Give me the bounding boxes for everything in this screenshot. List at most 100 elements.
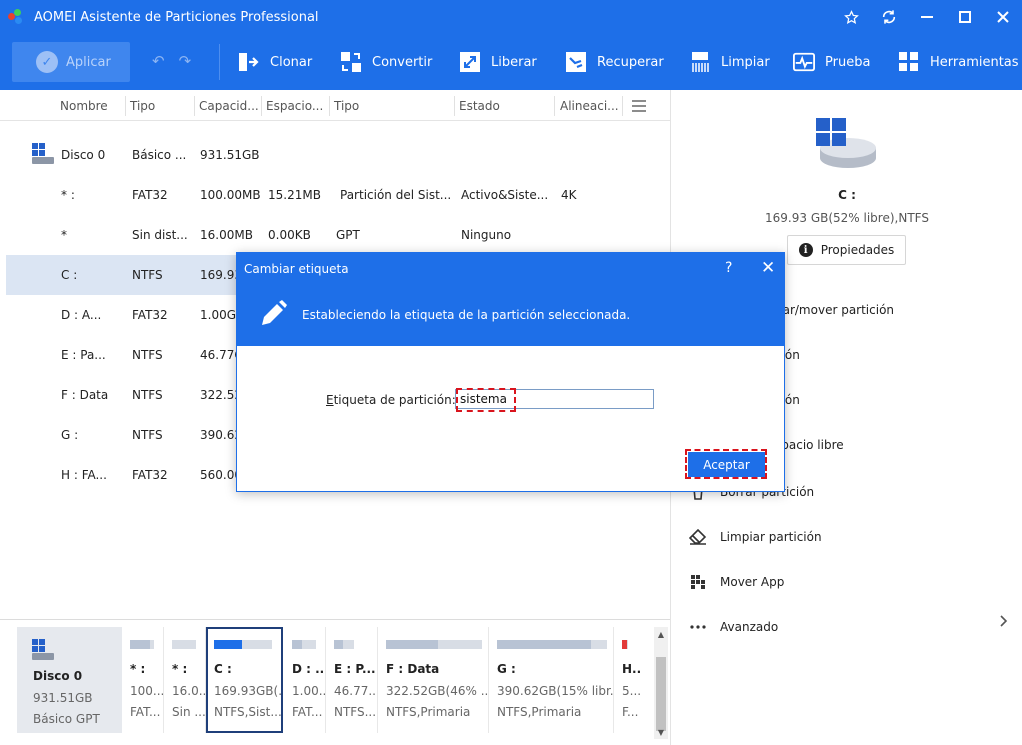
tools-label: Herramientas: [930, 54, 1019, 70]
usage-bar: [130, 640, 154, 649]
disk-icon: [32, 639, 56, 665]
col-header-status[interactable]: Estado: [459, 99, 500, 113]
tools-grid-icon: [898, 51, 920, 73]
col-header-align[interactable]: Alineaci...: [560, 99, 619, 113]
pulse-icon: [793, 51, 815, 73]
row-free: 15.21MB: [268, 188, 321, 202]
col-header-type[interactable]: Tipo: [130, 99, 155, 113]
partition-size: 1.00...: [292, 684, 326, 698]
recover-label: Recuperar: [597, 54, 664, 70]
partition-card[interactable]: G : 390.62GB(15% libr... NTFS,Primaria: [489, 627, 614, 733]
row-name: D : A...: [61, 308, 102, 322]
clone-label: Clonar: [270, 54, 313, 70]
col-header-capacity[interactable]: Capacid...: [199, 99, 259, 113]
clone-button[interactable]: Clonar: [238, 34, 312, 90]
test-button[interactable]: Prueba: [793, 34, 870, 90]
clone-icon: [238, 51, 260, 73]
row-status: Activo&Siste...: [461, 188, 549, 202]
usage-fill: [292, 640, 302, 649]
columns-menu-icon[interactable]: [632, 100, 646, 115]
usage-bar: [172, 640, 196, 649]
partition-name: D : ...: [292, 662, 326, 676]
table-row[interactable]: Disco 0 Básico ... 931.51GB: [6, 135, 670, 175]
row-name: C :: [61, 268, 78, 282]
row-align: 4K: [561, 188, 577, 202]
row-ptype: GPT: [336, 228, 360, 242]
partition-card[interactable]: D : ... 1.00... FAT...: [284, 627, 326, 733]
partition-label-input[interactable]: [455, 389, 654, 409]
partition-fs: NTFS...: [334, 705, 377, 719]
col-header-free[interactable]: Espacio...: [266, 99, 323, 113]
wipe-icon: [689, 51, 711, 73]
help-icon[interactable]: ?: [725, 260, 732, 276]
op-resize-move[interactable]: nar/mover partición: [775, 303, 894, 317]
op-move-app[interactable]: Mover App: [689, 573, 784, 591]
usage-bar: [334, 640, 354, 649]
app-logo-icon: [8, 9, 24, 25]
row-name: G :: [61, 428, 79, 442]
chevron-right-icon[interactable]: [1000, 615, 1008, 631]
scroll-down-icon[interactable]: ▼: [654, 725, 668, 739]
op-label: Limpiar partición: [720, 530, 822, 544]
row-name: Disco 0: [61, 148, 106, 162]
op-advanced[interactable]: Avanzado: [689, 618, 778, 636]
undo-icon[interactable]: ↶: [152, 52, 165, 70]
usage-bar: [292, 640, 316, 649]
table-row[interactable]: * : FAT32 100.00MB 15.21MB Partición del…: [6, 175, 670, 215]
col-header-name[interactable]: Nombre: [60, 99, 108, 113]
partition-name: F : Data: [386, 662, 440, 676]
partition-card-selected[interactable]: C : 169.93GB(... NTFS,Sist...: [206, 627, 283, 733]
op-wipe-partition[interactable]: Limpiar partición: [689, 528, 822, 546]
partition-name: * :: [130, 662, 146, 676]
disk-size: 931.51GB: [33, 691, 93, 705]
wipe-button[interactable]: Limpiar: [689, 34, 770, 90]
row-name: *: [61, 228, 67, 242]
accept-button[interactable]: Aceptar: [688, 452, 765, 477]
table-row[interactable]: * Sin dist... 16.00MB 0.00KB GPT Ninguno: [6, 215, 670, 255]
usage-fill: [622, 640, 628, 649]
apply-button[interactable]: ✓ Aplicar: [12, 42, 130, 82]
partition-card[interactable]: E : P... 46.77... NTFS...: [326, 627, 378, 733]
col-header-ptype[interactable]: Tipo: [334, 99, 359, 113]
op-label: Mover App: [720, 575, 785, 589]
partition-size: 16.0...: [172, 684, 206, 698]
redo-icon[interactable]: ↷: [179, 52, 192, 70]
free-button[interactable]: Liberar: [459, 34, 537, 90]
disk-card[interactable]: Disco 0 931.51GB Básico GPT: [17, 627, 122, 733]
usage-bar: [214, 640, 272, 649]
toolbar-divider: [219, 44, 220, 80]
minimize-icon[interactable]: [908, 0, 946, 34]
partition-fs: F...: [622, 705, 639, 719]
op-label: nar/mover partición: [775, 303, 895, 317]
wipe-label: Limpiar: [721, 54, 770, 70]
tools-button[interactable]: Herramientas: [898, 34, 1019, 90]
refresh-icon[interactable]: [870, 0, 908, 34]
scroll-thumb[interactable]: [656, 657, 666, 731]
close-icon[interactable]: [984, 0, 1022, 34]
convert-button[interactable]: Convertir: [340, 34, 432, 90]
toolbar: ✓ Aplicar ↶ ↷ Clonar Convertir Liberar R…: [0, 34, 1022, 90]
usage-bar: [622, 640, 628, 649]
dialog-close-icon[interactable]: ✕: [761, 258, 775, 278]
partition-card[interactable]: F : Data 322.52GB(46% ... NTFS,Primaria: [378, 627, 489, 733]
selected-partition-name: C :: [838, 188, 856, 202]
op-label: Avanzado: [720, 620, 779, 634]
partition-card[interactable]: * : 100.... FAT...: [122, 627, 164, 733]
partition-name: C :: [214, 662, 232, 676]
check-icon: ✓: [36, 51, 58, 73]
properties-button[interactable]: i Propiedades: [787, 235, 906, 265]
partition-card[interactable]: H... 5... F...: [614, 627, 640, 733]
dialog-description: Estableciendo la etiqueta de la partició…: [302, 308, 631, 322]
partition-card[interactable]: * : 16.0... Sin ...: [164, 627, 206, 733]
row-type: Sin dist...: [132, 228, 188, 242]
maximize-icon[interactable]: [946, 0, 984, 34]
partition-disk-icon: [816, 118, 878, 172]
disk-map-scrollbar[interactable]: ▲ ▼: [654, 627, 668, 739]
op-free-space[interactable]: spacio libre: [775, 438, 844, 452]
more-icon: [689, 618, 707, 636]
row-type: NTFS: [132, 428, 163, 442]
star-icon[interactable]: [832, 0, 870, 34]
usage-bar: [497, 640, 607, 649]
scroll-up-icon[interactable]: ▲: [654, 627, 668, 641]
recover-button[interactable]: Recuperar: [565, 34, 664, 90]
